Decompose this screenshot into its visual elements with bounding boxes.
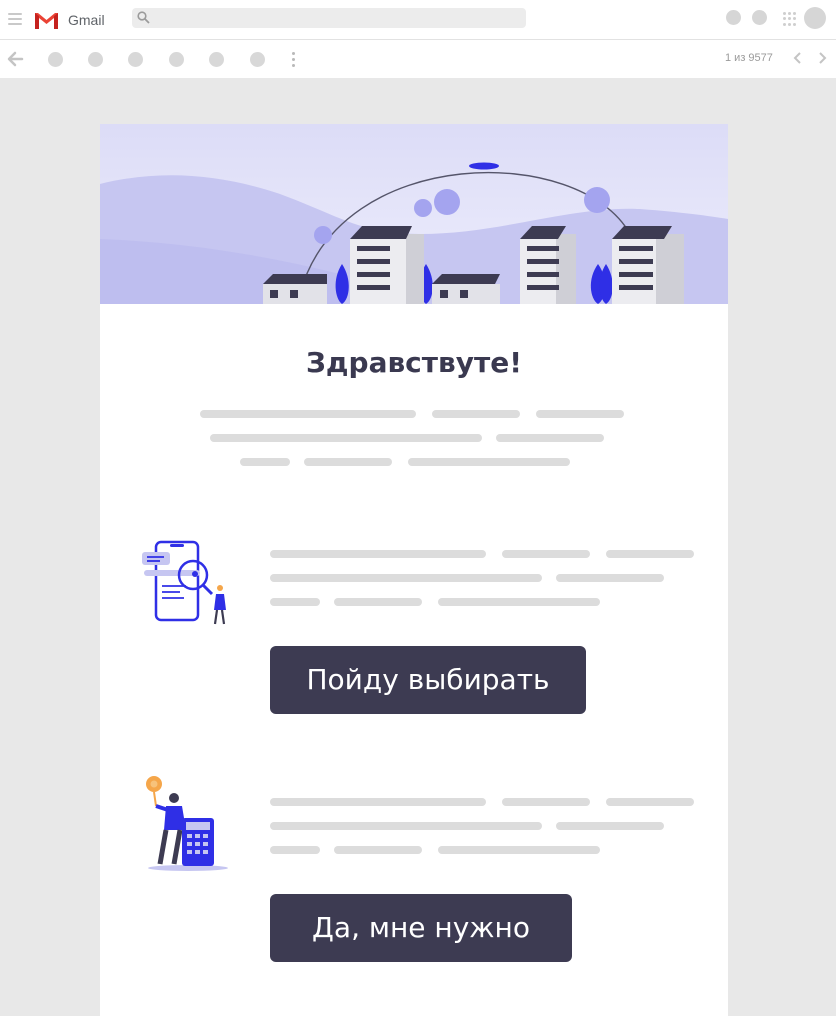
move-icon[interactable] (250, 52, 265, 67)
gmail-logo[interactable] (34, 11, 59, 30)
settings-icon[interactable] (752, 10, 767, 25)
text-placeholder (270, 846, 320, 854)
text-placeholder (270, 574, 542, 582)
back-arrow-icon[interactable] (6, 50, 24, 68)
phone-search-illustration (142, 540, 226, 625)
text-placeholder (606, 550, 694, 558)
message-toolbar (0, 40, 836, 78)
more-vert-icon[interactable] (292, 52, 296, 68)
delete-icon[interactable] (128, 52, 143, 67)
text-placeholder (270, 798, 486, 806)
text-placeholder (334, 846, 422, 854)
text-placeholder (438, 846, 600, 854)
greeting-heading: Здравствуте! (306, 346, 522, 379)
text-placeholder (536, 410, 624, 418)
text-placeholder (240, 458, 290, 466)
avatar[interactable] (804, 7, 826, 29)
hero-city-illustration (100, 124, 728, 304)
text-placeholder (502, 798, 590, 806)
search-icon (137, 11, 150, 24)
text-placeholder (210, 434, 482, 442)
go-choose-button[interactable]: Пойду выбирать (270, 646, 586, 714)
spam-icon[interactable] (88, 52, 103, 67)
top-bar: Gmail (0, 0, 836, 40)
chevron-right-icon[interactable] (816, 51, 828, 65)
text-placeholder (556, 574, 664, 582)
archive-icon[interactable] (48, 52, 63, 67)
email-card: Здравствуте! Пойду выбирать Да, мне нужн… (100, 124, 728, 1016)
text-placeholder (270, 822, 542, 830)
snooze-icon[interactable] (209, 52, 224, 67)
mark-unread-icon[interactable] (169, 52, 184, 67)
text-placeholder (270, 550, 486, 558)
text-placeholder (556, 822, 664, 830)
text-placeholder (496, 434, 604, 442)
text-placeholder (606, 798, 694, 806)
text-placeholder (502, 550, 590, 558)
yes-need-button[interactable]: Да, мне нужно (270, 894, 572, 962)
support-icon[interactable] (726, 10, 741, 25)
menu-icon[interactable] (8, 13, 22, 27)
app-name: Gmail (68, 12, 105, 28)
chevron-left-icon[interactable] (792, 51, 804, 65)
apps-icon[interactable] (783, 12, 797, 26)
text-placeholder (408, 458, 570, 466)
calculator-person-illustration (146, 776, 228, 871)
search-input[interactable] (132, 8, 526, 28)
text-placeholder (432, 410, 520, 418)
text-placeholder (200, 410, 416, 418)
text-placeholder (270, 598, 320, 606)
text-placeholder (438, 598, 600, 606)
pagination-text: 1 из 9577 (725, 52, 773, 64)
text-placeholder (304, 458, 392, 466)
text-placeholder (334, 598, 422, 606)
